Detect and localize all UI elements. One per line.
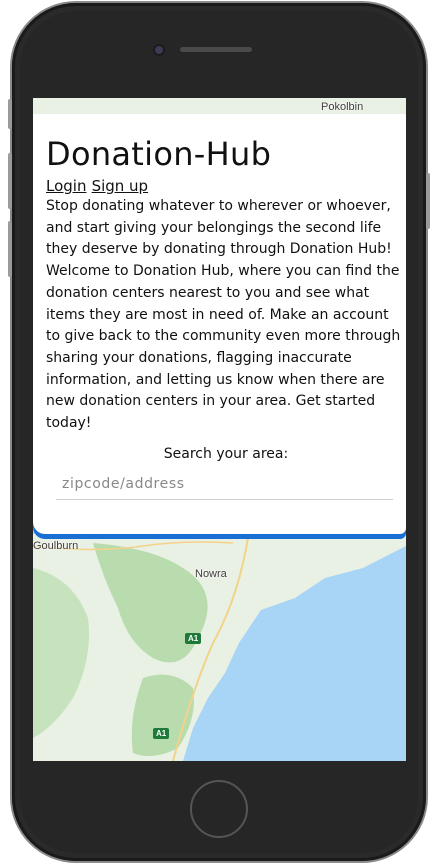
page-title: Donation-Hub bbox=[46, 135, 272, 173]
front-camera bbox=[155, 46, 163, 54]
map-label-nowra: Nowra bbox=[195, 568, 227, 580]
search-label: Search your area: bbox=[163, 445, 289, 462]
volume-up-button bbox=[8, 153, 12, 209]
phone-screen: Pokolbin Goulburn Nowra A1 A1 Donation-H… bbox=[33, 98, 406, 761]
login-link[interactable]: Login bbox=[46, 177, 86, 195]
mute-switch bbox=[8, 99, 12, 129]
earpiece-speaker bbox=[180, 47, 252, 52]
home-button[interactable] bbox=[190, 780, 248, 838]
welcome-card: Donation-Hub Login Sign up Stop donating… bbox=[33, 114, 406, 534]
power-button bbox=[426, 173, 430, 229]
road-shield-a1-south: A1 bbox=[153, 728, 170, 739]
map-label-goulburn: Goulburn bbox=[33, 540, 79, 552]
volume-down-button bbox=[8, 221, 12, 277]
intro-text: Stop donating whatever to wherever or wh… bbox=[46, 198, 401, 432]
map-label-pokolbin: Pokolbin bbox=[321, 101, 364, 113]
signup-link[interactable]: Sign up bbox=[92, 177, 149, 195]
road-shield-a1: A1 bbox=[185, 633, 202, 644]
search-input[interactable] bbox=[56, 469, 393, 500]
auth-links: Login Sign up bbox=[46, 176, 406, 196]
